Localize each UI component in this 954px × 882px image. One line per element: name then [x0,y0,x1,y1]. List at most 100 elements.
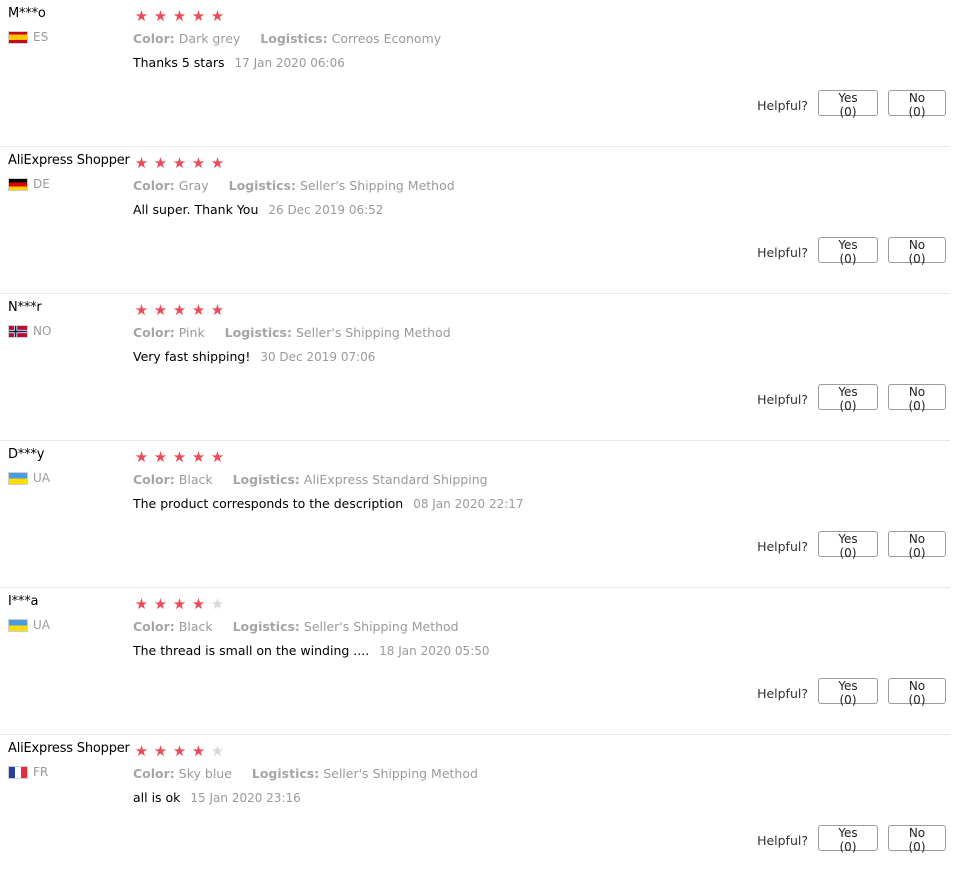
reviewer-name: D***y [8,447,45,462]
star-filled-icon: ★ [134,447,149,466]
helpful-yes-button[interactable]: Yes (0) [818,237,878,266]
star-rating: ★ ★ ★ ★ ★ [133,154,940,172]
helpful-yes-button[interactable]: Yes (0) [818,90,878,119]
review-date: 15 Jan 2020 23:16 [190,791,301,805]
reviewer-country: NO [8,324,133,338]
review-text-row: Thanks 5 stars 17 Jan 2020 06:06 [133,55,940,70]
country-code: UA [33,471,50,485]
review-text: The product corresponds to the descripti… [133,496,404,511]
review-date: 26 Dec 2019 06:52 [268,203,384,217]
reviewer-country: ES [8,30,133,44]
review-text: The thread is small on the winding .... [133,643,370,658]
star-filled-icon: ★ [134,6,149,25]
review-meta: Color: Black Logistics: AliExpress Stand… [133,472,940,487]
country-code: FR [33,765,49,779]
helpful-controls: Helpful? Yes (0) No (0) [757,384,946,413]
helpful-yes-button[interactable]: Yes (0) [818,384,878,413]
helpful-controls: Helpful? Yes (0) No (0) [757,237,946,266]
star-rating: ★ ★ ★ ★ ★ [133,742,940,760]
helpful-controls: Helpful? Yes (0) No (0) [757,90,946,119]
star-rating: ★ ★ ★ ★ ★ [133,595,940,613]
logistics-label: Logistics: [228,178,296,193]
star-filled-icon: ★ [210,447,225,466]
review-text: all is ok [133,790,181,805]
helpful-no-button[interactable]: No (0) [888,531,946,560]
helpful-controls: Helpful? Yes (0) No (0) [757,678,946,707]
review-text-row: all is ok 15 Jan 2020 23:16 [133,790,940,805]
logistics-value: Seller's Shipping Method [323,766,478,781]
color-value: Gray [178,178,209,193]
helpful-yes-button[interactable]: Yes (0) [818,825,878,854]
flag-de-icon [8,177,28,191]
helpful-no-button[interactable]: No (0) [888,825,946,854]
star-filled-icon: ★ [153,741,168,760]
color-label: Color: [133,619,175,634]
helpful-no-button[interactable]: No (0) [888,237,946,266]
review-text-row: The product corresponds to the descripti… [133,496,940,511]
color-label: Color: [133,472,175,487]
reviewer-country: UA [8,471,133,485]
star-filled-icon: ★ [191,741,206,760]
review-meta: Color: Sky blue Logistics: Seller's Ship… [133,766,940,781]
reviewer-country: UA [8,618,133,632]
reviewer-name: AliExpress Shopper [8,153,130,168]
flag-no-icon [8,324,28,338]
color-value: Black [178,619,213,634]
reviewer-country: FR [8,765,133,779]
helpful-yes-button[interactable]: Yes (0) [818,531,878,560]
review-content: ★ ★ ★ ★ ★ Color: Pink Logistics: Seller's Sh… [133,301,940,364]
star-filled-icon: ★ [153,6,168,25]
country-code: NO [33,324,52,338]
review-meta: Color: Dark grey Logistics: Correos Econ… [133,31,940,46]
review-item: AliExpress Shopper FR ★ ★ ★ ★ ★ Color: Sky b… [0,735,950,882]
helpful-label: Helpful? [757,391,808,407]
star-filled-icon: ★ [172,594,187,613]
review-text: Very fast shipping! [133,349,251,364]
star-filled-icon: ★ [153,300,168,319]
country-code: ES [33,30,49,44]
star-filled-icon: ★ [210,300,225,319]
reviewer-name: N***r [8,300,42,315]
review-date: 18 Jan 2020 05:50 [379,644,490,658]
logistics-label: Logistics: [260,31,328,46]
review-item: I***a UA ★ ★ ★ ★ ★ Color: Black Logistics: S… [0,588,950,735]
reviewer-info: I***a UA [8,594,133,632]
reviewer-info: AliExpress Shopper DE [8,153,133,191]
star-filled-icon: ★ [172,153,187,172]
flag-fr-icon [8,765,28,779]
logistics-label: Logistics: [232,472,300,487]
review-content: ★ ★ ★ ★ ★ Color: Dark grey Logistics: Correo… [133,7,940,70]
helpful-controls: Helpful? Yes (0) No (0) [757,825,946,854]
helpful-label: Helpful? [757,97,808,113]
review-item: D***y UA ★ ★ ★ ★ ★ Color: Black Logistics: A… [0,441,950,588]
helpful-controls: Helpful? Yes (0) No (0) [757,531,946,560]
star-filled-icon: ★ [191,300,206,319]
star-filled-icon: ★ [191,153,206,172]
review-text-row: All super. Thank You 26 Dec 2019 06:52 [133,202,940,217]
color-label: Color: [133,766,175,781]
logistics-value: AliExpress Standard Shipping [303,472,488,487]
logistics-label: Logistics: [224,325,292,340]
helpful-label: Helpful? [757,685,808,701]
country-code: DE [33,177,50,191]
star-empty-icon: ★ [210,741,225,760]
logistics-value: Seller's Shipping Method [299,178,455,193]
helpful-no-button[interactable]: No (0) [888,90,946,119]
review-content: ★ ★ ★ ★ ★ Color: Black Logistics: Seller's S… [133,595,940,658]
color-label: Color: [133,325,175,340]
color-value: Dark grey [178,31,241,46]
reviewer-name: M***o [8,6,46,21]
review-text: All super. Thank You [133,202,259,217]
star-filled-icon: ★ [134,153,149,172]
helpful-yes-button[interactable]: Yes (0) [818,678,878,707]
review-list: M***o ES ★ ★ ★ ★ ★ Color: Dark grey Logistic… [0,0,954,882]
review-meta: Color: Pink Logistics: Seller's Shipping… [133,325,940,340]
star-filled-icon: ★ [153,447,168,466]
star-rating: ★ ★ ★ ★ ★ [133,7,940,25]
helpful-no-button[interactable]: No (0) [888,384,946,413]
helpful-label: Helpful? [757,832,808,848]
review-meta: Color: Gray Logistics: Seller's Shipping… [133,178,940,193]
star-rating: ★ ★ ★ ★ ★ [133,448,940,466]
helpful-no-button[interactable]: No (0) [888,678,946,707]
logistics-value: Seller's Shipping Method [303,619,459,634]
